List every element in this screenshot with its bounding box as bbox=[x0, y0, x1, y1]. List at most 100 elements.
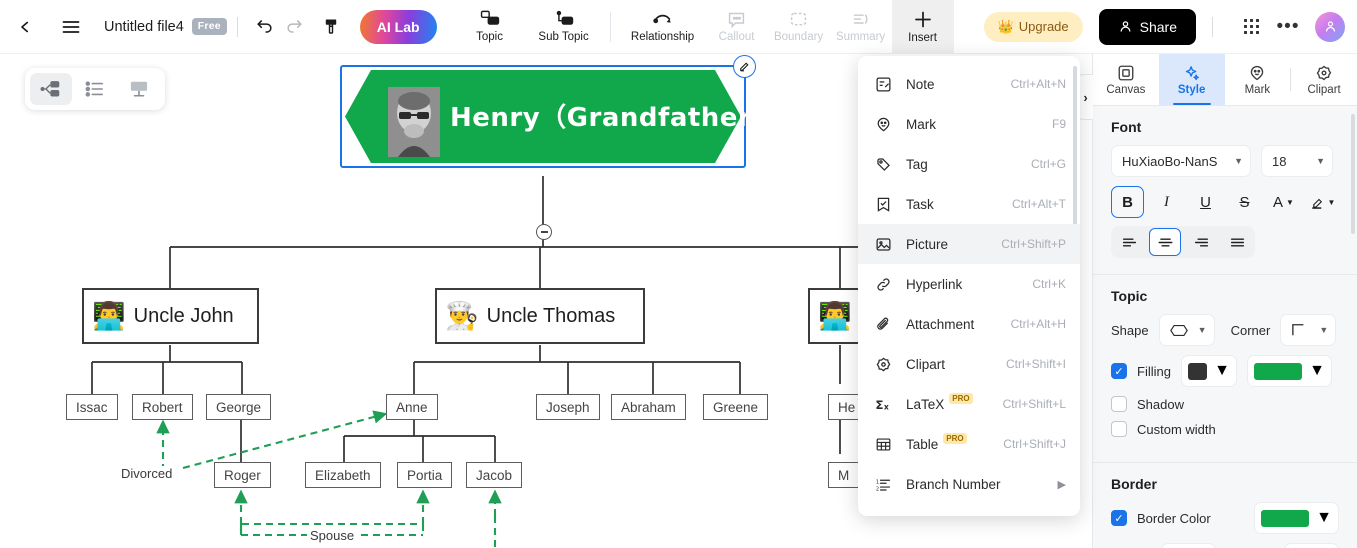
boundary-icon bbox=[788, 10, 809, 29]
strikethrough-button[interactable]: S bbox=[1228, 186, 1261, 218]
redo-icon bbox=[280, 12, 310, 42]
border-color-checkbox[interactable]: ✓ bbox=[1111, 510, 1127, 526]
more-dots-icon[interactable]: ••• bbox=[1273, 12, 1303, 42]
root-selection-frame: Henry（Grandfather） bbox=[340, 55, 777, 168]
menu-item-note[interactable]: Note Ctrl+Alt+N bbox=[858, 64, 1080, 104]
undo-icon[interactable] bbox=[250, 12, 280, 42]
weight-select[interactable]: ▼ bbox=[1161, 543, 1217, 548]
chevron-down-icon: ▼ bbox=[1197, 325, 1207, 335]
topic-robert[interactable]: Robert bbox=[132, 394, 193, 420]
topic-uncle-thomas[interactable]: 👨‍🍳 Uncle Thomas bbox=[435, 288, 645, 344]
topic-greene[interactable]: Greene bbox=[703, 394, 769, 420]
align-left-button[interactable] bbox=[1113, 228, 1145, 256]
custom-width-checkbox[interactable] bbox=[1111, 421, 1127, 437]
tab-style[interactable]: Style bbox=[1158, 54, 1225, 105]
topic-elizabeth[interactable]: Elizabeth bbox=[305, 462, 381, 488]
tab-canvas[interactable]: Canvas bbox=[1093, 54, 1159, 105]
menu-item-label: Hyperlink bbox=[906, 276, 963, 292]
menu-item-label: Task bbox=[906, 196, 934, 212]
ai-lab-button[interactable]: AI Lab bbox=[359, 9, 437, 44]
tab-clipart[interactable]: Clipart bbox=[1291, 54, 1357, 105]
menu-item-shortcut: Ctrl+Alt+N bbox=[1010, 77, 1066, 91]
dashes-select[interactable]: ▼ bbox=[1284, 543, 1339, 548]
filling-checkbox[interactable]: ✓ bbox=[1111, 363, 1127, 379]
filling-pattern-swatch[interactable]: ▼ bbox=[1180, 355, 1237, 387]
tool-relationship[interactable]: Relationship bbox=[620, 0, 706, 54]
topic-joseph[interactable]: Joseph bbox=[536, 394, 600, 420]
back-chevron-icon[interactable] bbox=[10, 12, 40, 42]
tool-sub-topic[interactable]: Sub Topic bbox=[527, 0, 601, 54]
menu-item-hyperlink[interactable]: Hyperlink Ctrl+K bbox=[858, 264, 1080, 304]
font-family-select[interactable]: HuXiaoBo-NanS ▼ bbox=[1111, 145, 1251, 177]
attachment-icon bbox=[872, 316, 894, 333]
menu-item-mark[interactable]: Mark F9 bbox=[858, 104, 1080, 144]
root-topic[interactable]: Henry（Grandfather） bbox=[340, 55, 777, 168]
shape-select[interactable]: ▼ bbox=[1158, 314, 1215, 346]
insert-menu[interactable]: Note Ctrl+Alt+N Mark F9 Tag Ctrl+G Task … bbox=[858, 56, 1080, 516]
top-toolbar: Untitled file4 Free AI Lab Topic Sub Top… bbox=[0, 0, 1357, 54]
view-mode-switcher bbox=[25, 68, 165, 110]
align-center-button[interactable] bbox=[1149, 228, 1181, 256]
user-avatar[interactable] bbox=[1315, 11, 1345, 42]
menu-item-shortcut: Ctrl+Alt+T bbox=[1011, 197, 1066, 211]
topic-label: Issac bbox=[76, 399, 108, 415]
right-properties-panel: › Canvas Style Mark Clipart Font HuXiaoB… bbox=[1077, 54, 1357, 548]
mindmap-view-icon[interactable] bbox=[30, 73, 72, 105]
relationship-icon bbox=[651, 9, 675, 29]
menu-item-latex[interactable]: Σx LaTeX PRO Ctrl+Shift+L bbox=[858, 384, 1080, 424]
tool-label: Relationship bbox=[630, 31, 695, 44]
shadow-checkbox[interactable] bbox=[1111, 396, 1127, 412]
topic-roger[interactable]: Roger bbox=[214, 462, 271, 488]
svg-text:x: x bbox=[884, 402, 889, 411]
italic-button[interactable]: I bbox=[1150, 186, 1183, 218]
collapse-minus-icon[interactable] bbox=[536, 224, 552, 240]
upgrade-button[interactable]: 👑 Upgrade bbox=[983, 11, 1083, 42]
menu-item-picture[interactable]: Picture Ctrl+Shift+P bbox=[858, 224, 1080, 264]
topic-george[interactable]: George bbox=[206, 394, 272, 420]
menu-item-table[interactable]: Table PRO Ctrl+Shift+J bbox=[858, 424, 1080, 464]
align-right-button[interactable] bbox=[1185, 228, 1217, 256]
topic-anne[interactable]: Anne bbox=[386, 394, 438, 420]
underline-button[interactable]: U bbox=[1189, 186, 1222, 218]
highlight-button[interactable]: ▼ bbox=[1306, 186, 1339, 218]
border-color-swatch[interactable]: ▼ bbox=[1254, 502, 1339, 534]
text-color-button[interactable]: A ▼ bbox=[1267, 186, 1300, 218]
menu-item-branch-number[interactable]: 12 Branch Number ▶ bbox=[858, 464, 1080, 504]
custom-width-label: Custom width bbox=[1137, 421, 1216, 437]
callout-icon bbox=[726, 10, 747, 29]
presentation-view-icon[interactable] bbox=[118, 73, 160, 105]
tab-mark[interactable]: Mark bbox=[1225, 54, 1291, 105]
relationship-label-divorced[interactable]: Divorced bbox=[118, 466, 176, 481]
menu-item-clipart[interactable]: Clipart Ctrl+Shift+I bbox=[858, 344, 1080, 384]
menu-item-task[interactable]: Task Ctrl+Alt+T bbox=[858, 184, 1080, 224]
chevron-down-icon: ▼ bbox=[1319, 325, 1329, 335]
tool-label: Sub Topic bbox=[538, 31, 589, 44]
topic-uncle-john[interactable]: 👨‍💻 Uncle John bbox=[82, 288, 259, 344]
corner-select[interactable]: ▼ bbox=[1280, 314, 1337, 346]
share-button[interactable]: Share bbox=[1098, 8, 1196, 45]
topic-label: Greene bbox=[713, 399, 759, 415]
menu-item-attachment[interactable]: Attachment Ctrl+Alt+H bbox=[858, 304, 1080, 344]
topic-portia[interactable]: Portia bbox=[397, 462, 453, 488]
filling-color-swatch[interactable]: ▼ bbox=[1246, 355, 1332, 387]
format-painter-icon[interactable] bbox=[316, 12, 346, 42]
panel-scrollbar[interactable] bbox=[1351, 114, 1355, 234]
align-justify-button[interactable] bbox=[1221, 228, 1253, 256]
hamburger-icon[interactable] bbox=[56, 12, 86, 42]
menu-item-shortcut: Ctrl+Alt+H bbox=[1010, 317, 1066, 331]
tool-insert[interactable]: Insert bbox=[891, 0, 954, 54]
topic-abraham[interactable]: Abraham bbox=[611, 394, 686, 420]
relationship-label-spouse[interactable]: Spouse bbox=[307, 528, 358, 543]
brush-icon[interactable] bbox=[733, 55, 756, 78]
outline-view-icon[interactable] bbox=[74, 73, 116, 105]
chevron-down-icon: ▼ bbox=[1214, 362, 1230, 379]
grid-apps-icon[interactable] bbox=[1237, 12, 1267, 42]
menu-item-label: Branch Number bbox=[906, 476, 1001, 492]
topic-jacob[interactable]: Jacob bbox=[466, 462, 523, 488]
bold-button[interactable]: B bbox=[1111, 186, 1145, 218]
menu-item-tag[interactable]: Tag Ctrl+G bbox=[858, 144, 1080, 184]
tool-topic[interactable]: Topic bbox=[453, 0, 527, 54]
file-title[interactable]: Untitled file4 bbox=[104, 19, 184, 35]
topic-issac[interactable]: Issac bbox=[66, 394, 118, 420]
font-size-select[interactable]: 18 ▼ bbox=[1261, 145, 1333, 177]
